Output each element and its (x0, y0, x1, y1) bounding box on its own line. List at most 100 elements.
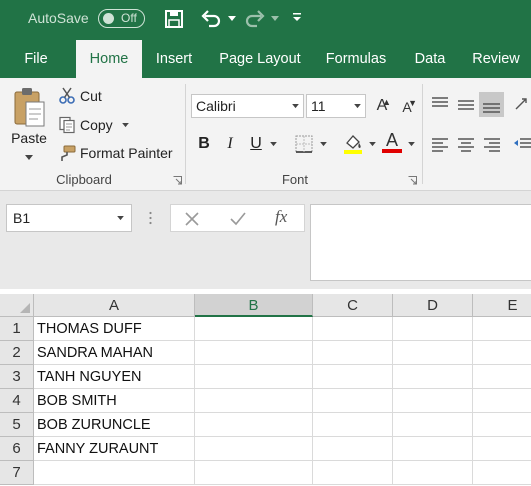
font-size-combo[interactable]: 11 (306, 94, 366, 118)
enter-check-icon[interactable] (229, 210, 247, 228)
undo-icon[interactable] (200, 8, 222, 30)
cell-d4[interactable] (393, 389, 473, 413)
decrease-font-size-button[interactable]: A ▼ (396, 94, 418, 118)
column-header-b[interactable]: B (195, 294, 313, 317)
cell-e3[interactable] (473, 365, 531, 389)
formula-input[interactable] (310, 204, 531, 281)
font-color-button[interactable]: A (380, 130, 404, 154)
tab-home[interactable]: Home (76, 40, 142, 78)
cell-e7[interactable] (473, 461, 531, 485)
column-header-c[interactable]: C (313, 294, 393, 317)
cell-a3[interactable]: TANH NGUYEN (34, 365, 195, 389)
cell-a4[interactable]: BOB SMITH (34, 389, 195, 413)
cell-e4[interactable] (473, 389, 531, 413)
tab-review[interactable]: Review (464, 40, 528, 78)
borders-icon[interactable] (293, 133, 315, 155)
increase-font-size-button[interactable]: A ▲ (371, 94, 393, 118)
cell-b3[interactable] (195, 365, 313, 389)
font-dialog-launcher-icon[interactable] (408, 176, 417, 185)
row-header-3[interactable]: 3 (0, 365, 34, 389)
align-left-icon[interactable] (429, 132, 451, 156)
cell-b4[interactable] (195, 389, 313, 413)
row-header-5[interactable]: 5 (0, 413, 34, 437)
format-painter-button[interactable]: Format Painter (58, 141, 173, 165)
insert-function-button[interactable]: fx (275, 208, 297, 226)
cut-button[interactable]: Cut (58, 84, 102, 108)
copy-button[interactable]: Copy (58, 113, 129, 137)
cell-a6[interactable]: FANNY ZURAUNT (34, 437, 195, 461)
cell-e6[interactable] (473, 437, 531, 461)
cell-d1[interactable] (393, 317, 473, 341)
top-align-icon[interactable] (429, 92, 451, 116)
cell-c5[interactable] (313, 413, 393, 437)
cell-a5[interactable]: BOB ZURUNCLE (34, 413, 195, 437)
cell-d7[interactable] (393, 461, 473, 485)
decrease-indent-icon[interactable] (512, 132, 531, 156)
autosave-toggle[interactable]: Off (98, 9, 145, 28)
font-color-dropdown-icon[interactable] (408, 142, 415, 147)
fill-color-dropdown-icon[interactable] (369, 142, 376, 147)
cell-e2[interactable] (473, 341, 531, 365)
copy-dropdown-icon[interactable] (121, 122, 129, 128)
paste-button[interactable]: Paste (6, 84, 52, 168)
tab-insert[interactable]: Insert (146, 40, 202, 78)
font-name-combo[interactable]: Calibri (191, 94, 304, 118)
italic-button[interactable]: I (219, 132, 241, 156)
align-right-icon[interactable] (481, 132, 503, 156)
paste-dropdown-icon[interactable] (25, 155, 33, 161)
cell-b2[interactable] (195, 341, 313, 365)
row-header-1[interactable]: 1 (0, 317, 34, 341)
name-box-value: B1 (13, 210, 31, 226)
tab-page-layout[interactable]: Page Layout (210, 40, 310, 78)
row-header-7[interactable]: 7 (0, 461, 34, 485)
cell-e5[interactable] (473, 413, 531, 437)
cancel-icon[interactable] (183, 210, 201, 228)
underline-dropdown-icon[interactable] (270, 142, 277, 147)
column-header-e[interactable]: E (473, 294, 531, 317)
cell-a7[interactable] (34, 461, 195, 485)
tab-formulas[interactable]: Formulas (318, 40, 394, 78)
resize-handle-icon[interactable] (149, 211, 152, 225)
cell-e1[interactable] (473, 317, 531, 341)
row-header-6[interactable]: 6 (0, 437, 34, 461)
bold-button[interactable]: B (193, 132, 215, 156)
cell-b5[interactable] (195, 413, 313, 437)
name-box[interactable]: B1 (6, 204, 132, 232)
undo-dropdown-icon[interactable] (228, 16, 236, 22)
bottom-align-icon[interactable] (479, 92, 504, 117)
tab-file[interactable]: File (10, 40, 62, 78)
cell-c7[interactable] (313, 461, 393, 485)
cell-d2[interactable] (393, 341, 473, 365)
cell-b6[interactable] (195, 437, 313, 461)
redo-dropdown-icon[interactable] (271, 16, 279, 22)
chevron-down-icon[interactable] (117, 216, 124, 221)
clipboard-dialog-launcher-icon[interactable] (173, 176, 182, 185)
underline-button[interactable]: U (245, 132, 267, 156)
cell-c4[interactable] (313, 389, 393, 413)
select-all-button[interactable] (0, 294, 34, 317)
cell-a1[interactable]: THOMAS DUFF (34, 317, 195, 341)
fill-color-icon[interactable] (341, 131, 365, 155)
cell-c2[interactable] (313, 341, 393, 365)
column-header-d[interactable]: D (393, 294, 473, 317)
cell-d6[interactable] (393, 437, 473, 461)
middle-align-icon[interactable] (455, 92, 477, 116)
borders-dropdown-icon[interactable] (320, 142, 327, 147)
cell-a2[interactable]: SANDRA MAHAN (34, 341, 195, 365)
redo-icon[interactable] (244, 8, 266, 30)
cell-c6[interactable] (313, 437, 393, 461)
tab-data[interactable]: Data (402, 40, 458, 78)
cell-c3[interactable] (313, 365, 393, 389)
save-icon[interactable] (164, 8, 184, 30)
cell-b1[interactable] (195, 317, 313, 341)
orientation-icon[interactable] (512, 92, 531, 116)
cell-c1[interactable] (313, 317, 393, 341)
cell-d5[interactable] (393, 413, 473, 437)
customize-toolbar-icon[interactable] (292, 12, 302, 22)
align-center-icon[interactable] (455, 132, 477, 156)
row-header-4[interactable]: 4 (0, 389, 34, 413)
cell-d3[interactable] (393, 365, 473, 389)
row-header-2[interactable]: 2 (0, 341, 34, 365)
cell-b7[interactable] (195, 461, 313, 485)
column-header-a[interactable]: A (34, 294, 195, 317)
